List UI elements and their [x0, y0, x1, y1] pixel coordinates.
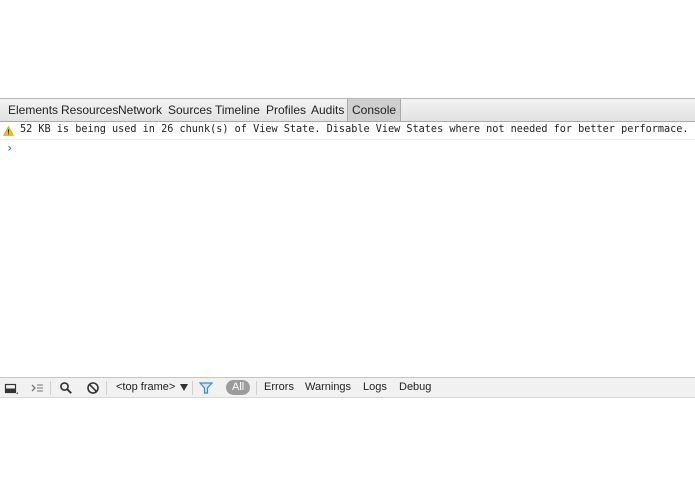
tab-sources[interactable]: Sources — [168, 99, 212, 121]
clear-console-icon[interactable] — [86, 381, 100, 395]
filter-icon[interactable] — [199, 381, 213, 395]
drawer-toggle-icon[interactable] — [30, 381, 44, 395]
console-warning-row: 52 KB is being used in 26 chunk(s) of Vi… — [0, 122, 695, 140]
tab-audits[interactable]: Audits — [311, 99, 344, 121]
tab-console[interactable]: Console — [347, 99, 402, 121]
filter-warnings[interactable]: Warnings — [305, 380, 351, 395]
tab-timeline[interactable]: Timeline — [215, 99, 260, 121]
filter-logs[interactable]: Logs — [363, 380, 387, 395]
tab-resources[interactable]: Resources — [61, 99, 118, 121]
console-status-bar: <top frame> All Errors Warnings Logs Deb… — [0, 377, 695, 398]
devtools-panel: Elements Resources Network Sources Timel… — [0, 98, 695, 398]
tab-elements[interactable]: Elements — [8, 99, 58, 121]
inspected-page-area — [0, 0, 695, 98]
warning-icon — [3, 126, 14, 136]
console-messages[interactable]: 52 KB is being used in 26 chunk(s) of Vi… — [0, 122, 695, 377]
devtools-tab-bar: Elements Resources Network Sources Timel… — [0, 98, 695, 122]
warning-message-text: 52 KB is being used in 26 chunk(s) of Vi… — [20, 124, 689, 135]
tab-network[interactable]: Network — [118, 99, 162, 121]
filter-all[interactable]: All — [226, 380, 251, 395]
dock-icon[interactable] — [4, 381, 18, 395]
console-prompt[interactable]: › — [6, 141, 13, 155]
status-separator — [106, 381, 107, 395]
frame-selector[interactable]: <top frame> — [116, 380, 175, 395]
status-separator — [192, 381, 193, 395]
filter-debug[interactable]: Debug — [399, 380, 431, 395]
tab-profiles[interactable]: Profiles — [266, 99, 306, 121]
status-separator — [50, 381, 51, 395]
chevron-down-icon[interactable] — [180, 384, 188, 391]
status-separator — [256, 381, 257, 395]
search-icon[interactable] — [59, 381, 73, 395]
filter-errors[interactable]: Errors — [264, 380, 294, 395]
page-background — [0, 398, 695, 494]
